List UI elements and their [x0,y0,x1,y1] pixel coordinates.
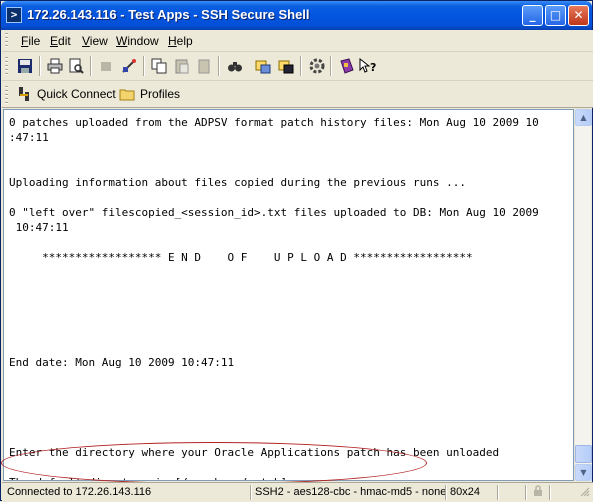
status-bar: Connected to 172.26.143.116 SSH2 - aes12… [2,482,593,501]
scroll-thumb[interactable] [575,445,592,463]
menu-help-label: elp [176,34,193,48]
menu-window-label: indow [127,34,159,48]
paste-disabled-icon[interactable] [195,57,213,75]
folder-icon [119,86,135,102]
menu-file-label: ile [28,34,41,48]
profiles-button[interactable]: Profiles [119,85,180,103]
close-button[interactable]: ✕ [568,5,589,26]
scroll-down-arrow-icon[interactable]: ▼ [575,464,592,481]
terminal-line: 10:47:11 [9,221,69,234]
print-icon[interactable] [46,57,64,75]
find-icon[interactable] [226,57,244,75]
save-icon[interactable] [16,57,34,75]
toolbar-separator [143,56,145,76]
menu-edit[interactable]: Edit [50,34,71,48]
status-separator [497,485,499,500]
toolbar-separator [330,56,332,76]
maximize-button[interactable]: □ [545,5,566,26]
disabled-icon[interactable] [97,57,115,75]
menu-window[interactable]: Window [116,34,159,48]
terminal-line: End date: Mon Aug 10 2009 10:47:11 [9,356,235,369]
menubar-grip[interactable] [5,33,8,48]
quick-connect-label: Quick Connect [37,87,116,101]
scroll-up-arrow-icon[interactable]: ▲ [575,109,592,126]
terminal-line: Uploading information about files copied… [9,176,466,189]
terminal-line: Enter the directory where your Oracle Ap… [9,446,500,459]
quick-connect-icon [16,86,32,102]
quick-connect-bar: Quick Connect Profiles [2,81,593,108]
terminal-line: :47:11 [9,131,49,144]
profiles-icon[interactable] [338,57,356,75]
help-icon[interactable]: ? [359,57,377,75]
status-separator [525,485,527,500]
terminal-line: 0 "left over" filescopied_<session_id>.t… [9,206,539,219]
toolbar: ? [2,52,593,81]
settings-icon[interactable] [308,57,326,75]
toolbar-separator [90,56,92,76]
quickbar-grip[interactable] [5,86,8,104]
status-terminal-size: 80x24 [450,486,480,498]
ssh-client-window: > 172.26.143.116 - Test Apps - SSH Secur… [0,0,593,501]
minimize-button[interactable]: _ [522,5,543,26]
print-preview-icon[interactable] [67,57,85,75]
status-lock-icon [529,485,547,500]
menu-file[interactable]: File [21,34,40,48]
toolbar-separator [300,56,302,76]
menu-view[interactable]: View [82,34,108,48]
vertical-scrollbar[interactable]: ▲ ▼ [574,109,592,481]
ssh-terminal-icon[interactable]: > [6,7,22,23]
paste-icon[interactable] [173,57,191,75]
menu-edit-label: dit [58,34,71,48]
profiles-label: Profiles [140,87,181,101]
new-terminal-icon[interactable] [277,57,295,75]
status-protocol: SSH2 - aes128-cbc - hmac-md5 - none [255,486,447,498]
status-connection: Connected to 172.26.143.116 [7,486,152,498]
toolbar-grip[interactable] [5,57,8,75]
file-transfer-icon[interactable] [254,57,272,75]
connect-wizard-icon[interactable] [120,57,138,75]
quick-connect-button[interactable]: Quick Connect [16,85,116,103]
terminal-line: ****************** E N D O F U P L O A D… [9,251,473,264]
toolbar-separator [39,56,41,76]
terminal-line: 0 patches uploaded from the ADPSV format… [9,116,539,129]
menu-help[interactable]: Help [168,34,193,48]
title-bar[interactable]: > 172.26.143.116 - Test Apps - SSH Secur… [1,1,592,30]
terminal-line: The default directory is [/appshome/patc… [9,476,300,480]
status-separator [549,485,551,500]
menu-view-label: iew [89,34,108,48]
copy-icon[interactable] [150,57,168,75]
resize-grip-icon[interactable] [575,485,592,500]
terminal-output[interactable]: 0 patches uploaded from the ADPSV format… [3,109,574,481]
toolbar-separator [218,56,220,76]
menu-bar: File Edit View Window Help [2,30,593,52]
window-title: 172.26.143.116 - Test Apps - SSH Secure … [27,7,310,22]
svg-text:?: ? [370,61,376,74]
